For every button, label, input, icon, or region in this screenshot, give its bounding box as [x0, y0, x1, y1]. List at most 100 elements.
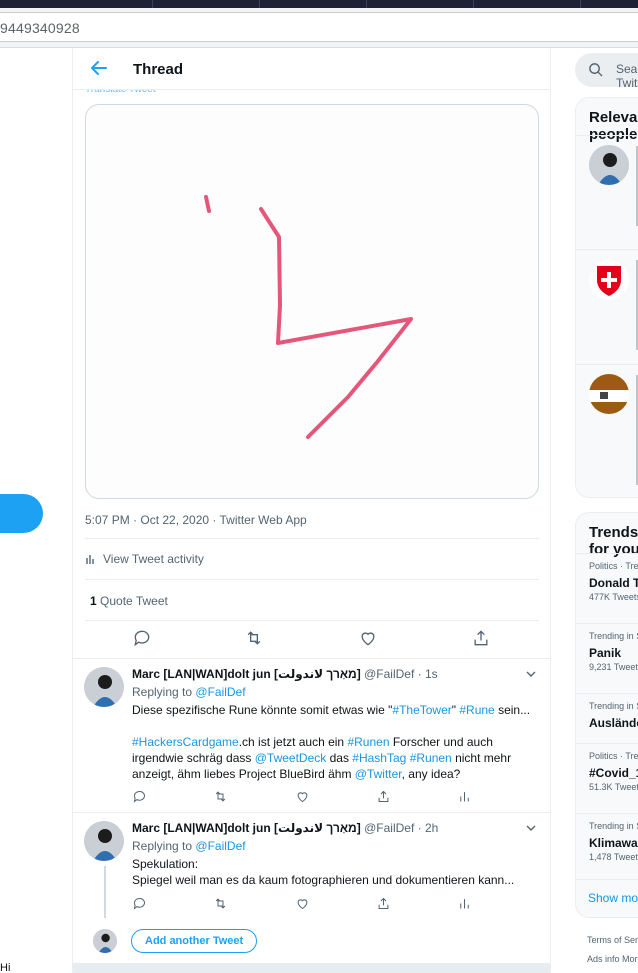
replying-prefix: Replying to [132, 839, 193, 853]
chevron-down-icon[interactable] [525, 822, 537, 834]
tweet-timestamp[interactable]: 5:07 PM · Oct 22, 2020 · Twitter Web App [85, 513, 307, 527]
trend-item[interactable]: Trending in Switzerland Panik 9,231 Twee… [576, 623, 638, 693]
show-more-link[interactable]: Show more [588, 891, 638, 905]
search-input[interactable]: Search Twitter [575, 53, 638, 90]
rune-drawing-image [204, 195, 413, 439]
trend-item[interactable]: Politics · Trending #Covid_19 51.3K Twee… [576, 743, 638, 813]
trend-name: Donald Trump [589, 576, 638, 590]
reply-text-line: anzeigt, ähm liebes Project BlueBird ähm… [132, 766, 460, 782]
text: .ch ist jetzt auch ein [238, 735, 348, 749]
relevant-person[interactable] [576, 135, 638, 249]
replying-to-handle[interactable]: @FailDef [195, 839, 245, 853]
replying-to: Replying to @FailDef [132, 685, 246, 699]
reply-tweet[interactable]: Marc [LAN|WAN]dolt jun [מאַרך لاندولت] @… [73, 814, 550, 924]
trend-context: Trending in Switzerland [589, 701, 638, 711]
avatar[interactable] [589, 145, 629, 185]
compose-row: Add another Tweet [73, 925, 550, 965]
like-icon[interactable] [358, 628, 382, 652]
url-field[interactable]: 9449340928 [0, 12, 638, 42]
share-icon[interactable] [471, 628, 495, 652]
chevron-down-icon[interactable] [525, 668, 537, 680]
reply-icon[interactable] [132, 896, 148, 912]
relevant-person[interactable] [576, 249, 638, 364]
text: das [326, 751, 353, 765]
trend-name: Klimawandel [589, 836, 638, 850]
activity-icon [86, 555, 94, 564]
mention-link[interactable]: @TweetDeck [255, 751, 327, 765]
mention-link[interactable]: @Twitter [355, 767, 402, 781]
reply-actions [132, 896, 532, 916]
replying-to-handle[interactable]: @FailDef [195, 685, 245, 699]
divider [85, 538, 539, 539]
reply-icon[interactable] [132, 628, 156, 652]
reply-tweet[interactable]: Marc [LAN|WAN]dolt jun [מאַרך لاندولت] @… [73, 660, 550, 812]
trend-item[interactable]: Politics · Trending Donald Trump 477K Tw… [576, 553, 638, 623]
tweet-button[interactable] [0, 494, 43, 533]
reply-author[interactable]: Marc [LAN|WAN]dolt jun [מאַרך لاندولت] @… [132, 821, 438, 835]
hashtag-link[interactable]: #HackersCardgame [132, 735, 239, 749]
hashtag-link[interactable]: #Runen [347, 735, 389, 749]
back-arrow-icon[interactable] [89, 58, 109, 78]
quote-tweets-link[interactable]: 1 Quote Tweet [90, 594, 168, 608]
like-icon[interactable] [295, 789, 311, 805]
reply-author[interactable]: Marc [LAN|WAN]dolt jun [מאַרך لاندولت] @… [132, 667, 438, 681]
divider [85, 579, 539, 580]
replying-prefix: Replying to [132, 685, 193, 699]
divider [73, 812, 550, 813]
browser-address-bar: 9449340928 [0, 8, 638, 48]
organisation-avatar[interactable] [589, 374, 629, 414]
hashtag-link[interactable]: #Runen [410, 751, 452, 765]
reply-text-line: Spekulation: [132, 857, 199, 871]
text: nicht mehr [451, 751, 512, 765]
trend-count: 51.3K Tweets [589, 782, 638, 792]
swiss-flag-avatar[interactable] [589, 260, 629, 300]
view-activity-link[interactable]: View Tweet activity [85, 552, 204, 566]
avatar[interactable] [84, 667, 124, 707]
replying-to: Replying to @FailDef [132, 839, 246, 853]
hashtag-link[interactable]: #HashTag [352, 751, 406, 765]
retweet-icon[interactable] [213, 896, 229, 912]
tweet-image[interactable] [85, 104, 539, 499]
trend-name: Panik [589, 646, 622, 660]
trend-context: Politics · Trending [589, 561, 638, 571]
trend-name: #Covid_19 [589, 766, 638, 780]
text: Diese spezifische Rune könnte somit etwa… [132, 703, 393, 717]
share-icon[interactable] [376, 789, 392, 805]
retweet-icon[interactable] [244, 628, 268, 652]
analytics-icon[interactable] [457, 896, 473, 912]
footer-link[interactable]: Terms of Service [587, 935, 638, 945]
avatar[interactable] [84, 821, 124, 861]
relevant-people-panel: Relevant people [575, 97, 638, 498]
author-handle: @FailDef [364, 821, 415, 835]
trend-context: Trending in Switzerland [589, 821, 638, 831]
add-another-tweet-button[interactable]: Add another Tweet [131, 929, 258, 953]
author-name: Marc [LAN|WAN]dolt jun [מאַרך لاندولت] [132, 667, 361, 681]
url-text: 9449340928 [0, 20, 80, 36]
text: Forscher und auch [389, 735, 493, 749]
trend-item[interactable]: Trending in Switzerland Ausländer [576, 693, 638, 743]
footer-link[interactable]: More [622, 954, 638, 964]
trend-item[interactable]: Trending in Switzerland Klimawandel 1,47… [576, 813, 638, 879]
browser-tabstrip [0, 0, 638, 8]
quote-count: 1 [90, 594, 97, 608]
reply-icon[interactable] [132, 789, 148, 805]
page-title: Thread [133, 61, 184, 78]
hashtag-link[interactable]: #TheTower [392, 703, 451, 717]
reply-time: · 1s [417, 667, 438, 681]
share-icon[interactable] [376, 896, 392, 912]
like-icon[interactable] [295, 896, 311, 912]
trend-name: Ausländer [589, 716, 638, 730]
author-handle: @FailDef [364, 667, 415, 681]
reply-text-line: Diese spezifische Rune könnte somit etwa… [132, 702, 530, 718]
analytics-icon[interactable] [457, 789, 473, 805]
divider [85, 620, 539, 621]
retweet-icon[interactable] [213, 789, 229, 805]
divider [73, 658, 550, 659]
footer-links: Ads info More [587, 954, 638, 964]
trend-count: 9,231 Tweets [589, 662, 638, 672]
footer-link[interactable]: Ads info [587, 954, 620, 964]
search-placeholder: Search Twitter [616, 62, 638, 90]
reply-text-line: #HackersCardgame.ch ist jetzt auch ein #… [132, 734, 493, 750]
hashtag-link[interactable]: #Rune [459, 703, 494, 717]
relevant-person[interactable] [576, 364, 638, 497]
